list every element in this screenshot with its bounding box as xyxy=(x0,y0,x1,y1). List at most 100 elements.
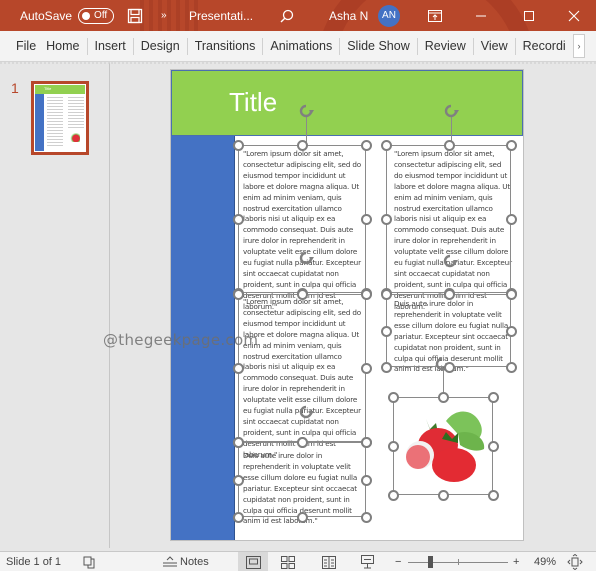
resize-handle[interactable] xyxy=(381,362,392,373)
rotate-handle-icon[interactable] xyxy=(442,102,460,120)
resize-handle[interactable] xyxy=(233,363,244,374)
document-title[interactable]: Presentati... xyxy=(189,0,253,31)
resize-handle[interactable] xyxy=(361,289,372,300)
thumbnail-number: 1 xyxy=(11,80,19,96)
slide-title[interactable]: Title xyxy=(229,87,277,118)
resize-handle[interactable] xyxy=(297,140,308,151)
resize-handle[interactable] xyxy=(361,363,372,374)
ribbon-display-options-button[interactable] xyxy=(428,0,442,31)
autosave-toggle[interactable]: Off xyxy=(78,7,115,24)
resize-handle[interactable] xyxy=(488,490,499,501)
search-button[interactable] xyxy=(280,0,294,31)
rotate-handle-icon[interactable] xyxy=(297,102,315,120)
tab-slide-show[interactable]: Slide Show xyxy=(340,37,418,55)
thumbnail-text-lines xyxy=(47,97,63,147)
notes-icon xyxy=(163,556,177,567)
resize-handle[interactable] xyxy=(488,441,499,452)
tab-file[interactable]: File xyxy=(0,38,46,55)
resize-handle[interactable] xyxy=(381,140,392,151)
zoom-in-button[interactable]: + xyxy=(513,552,519,571)
resize-handle[interactable] xyxy=(388,441,399,452)
resize-handle[interactable] xyxy=(361,214,372,225)
resize-handle[interactable] xyxy=(297,289,308,300)
slide-thumbnail-panel: 1 Title xyxy=(0,62,110,548)
resize-handle[interactable] xyxy=(381,325,392,337)
resize-handle[interactable] xyxy=(381,289,392,300)
avatar: AN xyxy=(378,4,400,27)
resize-handle[interactable] xyxy=(361,140,372,151)
save-icon xyxy=(127,8,143,23)
maximize-button[interactable] xyxy=(523,0,535,31)
minimize-button[interactable] xyxy=(475,0,487,31)
selection-frame xyxy=(238,145,366,293)
tab-recording[interactable]: Recordi xyxy=(516,38,573,55)
quick-access-more-button[interactable]: » xyxy=(161,0,167,31)
slide-sorter-button[interactable] xyxy=(281,552,295,571)
resize-handle[interactable] xyxy=(443,362,455,373)
zoom-out-button[interactable]: − xyxy=(395,552,401,571)
resize-handle[interactable] xyxy=(438,490,449,501)
accessibility-button[interactable] xyxy=(83,552,96,571)
tab-review[interactable]: Review xyxy=(418,37,474,55)
maximize-icon xyxy=(524,10,534,21)
close-button[interactable] xyxy=(568,0,580,31)
resize-handle[interactable] xyxy=(438,392,449,403)
rotate-handle-icon[interactable] xyxy=(297,249,315,267)
toggle-knob xyxy=(82,11,91,20)
resize-handle[interactable] xyxy=(233,214,244,225)
tab-insert[interactable]: Insert xyxy=(88,37,134,55)
resize-handle[interactable] xyxy=(381,214,392,225)
ribbon-scroll-right-button[interactable]: › xyxy=(573,34,585,58)
search-icon xyxy=(280,9,294,22)
normal-view-button[interactable] xyxy=(238,552,268,571)
resize-handle[interactable] xyxy=(233,474,244,486)
zoom-percent[interactable]: 49% xyxy=(534,552,556,571)
resize-handle[interactable] xyxy=(388,490,399,501)
fit-to-window-button[interactable] xyxy=(567,552,583,571)
tab-animations[interactable]: Animations xyxy=(263,37,341,55)
rotate-handle-icon[interactable] xyxy=(297,403,315,421)
autosave-label: AutoSave xyxy=(20,8,73,23)
slide-show-button[interactable] xyxy=(361,552,374,571)
minimize-icon xyxy=(476,15,486,16)
resize-handle[interactable] xyxy=(506,140,517,151)
resize-handle[interactable] xyxy=(233,140,244,151)
resize-handle[interactable] xyxy=(506,289,517,300)
tab-transitions[interactable]: Transitions xyxy=(188,37,264,55)
resize-handle[interactable] xyxy=(506,362,517,373)
resize-handle[interactable] xyxy=(297,512,308,523)
user-avatar-button[interactable]: AN xyxy=(378,0,400,31)
resize-handle[interactable] xyxy=(233,289,244,300)
slide-thumbnail[interactable]: Title xyxy=(31,81,89,155)
selection-frame xyxy=(386,145,511,293)
notes-button[interactable]: Notes xyxy=(162,552,209,571)
thumbnail-text-lines xyxy=(68,97,84,129)
ribbon-tabs: File Home Insert Design Transitions Anim… xyxy=(0,31,596,62)
resize-handle[interactable] xyxy=(361,474,372,486)
slide-counter: Slide 1 of 1 xyxy=(6,556,62,568)
resize-handle[interactable] xyxy=(233,512,244,523)
autosave-control[interactable]: AutoSave Off xyxy=(20,0,115,31)
rotate-handle-icon[interactable] xyxy=(441,252,459,270)
resize-handle[interactable] xyxy=(388,392,399,403)
tab-home[interactable]: Home xyxy=(46,37,88,55)
resize-handle[interactable] xyxy=(233,437,244,448)
resize-handle[interactable] xyxy=(443,289,455,300)
resize-handle[interactable] xyxy=(361,437,372,448)
resize-handle[interactable] xyxy=(361,512,372,523)
resize-handle[interactable] xyxy=(488,392,499,403)
resize-handle[interactable] xyxy=(297,437,308,448)
save-button[interactable] xyxy=(127,0,143,31)
slide-canvas[interactable]: Title "Lorem ipsum dolor sit amet, conse… xyxy=(170,69,524,541)
user-name[interactable]: Asha N xyxy=(329,0,368,31)
reading-view-button[interactable] xyxy=(322,552,336,571)
accessibility-check-icon xyxy=(83,556,95,568)
resize-handle[interactable] xyxy=(443,140,455,151)
tab-view[interactable]: View xyxy=(474,37,516,55)
resize-handle[interactable] xyxy=(506,214,517,225)
thumbnail-image xyxy=(70,133,80,142)
resize-handle[interactable] xyxy=(506,325,517,337)
tab-design[interactable]: Design xyxy=(134,37,188,55)
normal-view-icon xyxy=(245,555,261,569)
zoom-slider-thumb[interactable] xyxy=(427,556,433,568)
